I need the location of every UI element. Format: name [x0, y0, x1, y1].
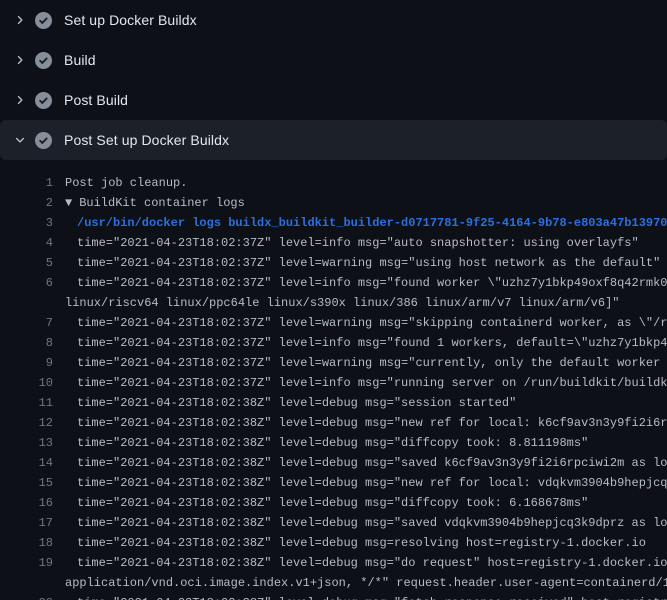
line-number[interactable]: 14 [0, 453, 53, 473]
log-text: time="2021-04-23T18:02:38Z" level=debug … [77, 473, 667, 493]
line-number[interactable]: 5 [0, 253, 53, 273]
step-label: Post Build [64, 92, 128, 108]
line-number[interactable]: 11 [0, 393, 53, 413]
success-check-icon [35, 12, 52, 29]
line-number [0, 293, 53, 313]
log-line: 18 time="2021-04-23T18:02:38Z" level=debu… [0, 533, 667, 553]
line-number[interactable]: 10 [0, 373, 53, 393]
line-number[interactable]: 2 [0, 193, 53, 213]
step-header-post-set-up-docker-buildx[interactable]: Post Set up Docker Buildx [0, 120, 667, 160]
log-line: 14 time="2021-04-23T18:02:38Z" level=debu… [0, 453, 667, 473]
log-text: time="2021-04-23T18:02:38Z" level=debug … [77, 413, 667, 433]
line-number [0, 573, 53, 593]
log-line: 9 time="2021-04-23T18:02:37Z" level=warni… [0, 353, 667, 373]
line-number[interactable]: 6 [0, 273, 53, 293]
log-text: time="2021-04-23T18:02:37Z" level=warnin… [77, 313, 667, 333]
log-text: application/vnd.oci.image.index.v1+json,… [65, 573, 667, 593]
log-line: 17 time="2021-04-23T18:02:38Z" level=debu… [0, 513, 667, 533]
log-text: time="2021-04-23T18:02:38Z" level=debug … [77, 513, 667, 533]
log-line-continuation: linux/riscv64 linux/ppc64le linux/s390x … [0, 293, 667, 313]
log-line: 7 time="2021-04-23T18:02:37Z" level=warni… [0, 313, 667, 333]
line-number[interactable]: 8 [0, 333, 53, 353]
log-text: linux/riscv64 linux/ppc64le linux/s390x … [65, 293, 620, 313]
line-number[interactable]: 20 [0, 593, 53, 600]
step-header-set-up-docker-buildx[interactable]: Set up Docker Buildx [0, 0, 667, 40]
log-text: time="2021-04-23T18:02:38Z" level=debug … [77, 393, 516, 413]
log-text: time="2021-04-23T18:02:38Z" level=debug … [77, 493, 588, 513]
log-lines: 1 Post job cleanup. 2 ▼ BuildKit container l… [0, 160, 667, 600]
success-check-icon [35, 52, 52, 69]
line-number[interactable]: 9 [0, 353, 53, 373]
chevron-right-icon[interactable] [12, 12, 28, 28]
log-text: time="2021-04-23T18:02:37Z" level=warnin… [77, 353, 667, 373]
log-line: 2 ▼ BuildKit container logs [0, 193, 667, 213]
log-line: 3/usr/bin/docker logs buildx_buildkit_bu… [0, 213, 667, 233]
line-number[interactable]: 19 [0, 553, 53, 573]
log-line: 11 time="2021-04-23T18:02:38Z" level=debu… [0, 393, 667, 413]
log-text: Post job cleanup. [65, 173, 187, 193]
log-line: 8 time="2021-04-23T18:02:37Z" level=info … [0, 333, 667, 353]
actions-log-viewer: Set up Docker Buildx Build Post Build Post … [0, 0, 667, 600]
line-number[interactable]: 7 [0, 313, 53, 333]
log-text: time="2021-04-23T18:02:37Z" level=info m… [77, 373, 667, 393]
log-text: time="2021-04-23T18:02:37Z" level=warnin… [77, 253, 660, 273]
line-number[interactable]: 15 [0, 473, 53, 493]
line-number[interactable]: 18 [0, 533, 53, 553]
log-text: time="2021-04-23T18:02:38Z" level=debug … [77, 453, 667, 473]
chevron-right-icon[interactable] [12, 52, 28, 68]
log-text: time="2021-04-23T18:02:38Z" level=debug … [77, 593, 667, 600]
line-number[interactable]: 4 [0, 233, 53, 253]
command-text: /usr/bin/docker logs buildx_buildkit_bui… [77, 213, 667, 233]
step-header-build[interactable]: Build [0, 40, 667, 80]
log-text: time="2021-04-23T18:02:38Z" level=debug … [77, 553, 667, 573]
log-line: 6 time="2021-04-23T18:02:37Z" level=info … [0, 273, 667, 293]
step-label: Set up Docker Buildx [64, 12, 197, 28]
step-label: Post Set up Docker Buildx [64, 132, 229, 148]
line-number[interactable]: 3 [0, 213, 53, 233]
line-number[interactable]: 12 [0, 413, 53, 433]
log-text: time="2021-04-23T18:02:38Z" level=debug … [77, 533, 646, 553]
log-line: 19 time="2021-04-23T18:02:38Z" level=debu… [0, 553, 667, 573]
step-list: Set up Docker Buildx Build Post Build Post … [0, 0, 667, 160]
chevron-right-icon[interactable] [12, 92, 28, 108]
log-line: 1 Post job cleanup. [0, 173, 667, 193]
log-line: 4 time="2021-04-23T18:02:37Z" level=info … [0, 233, 667, 253]
line-number[interactable]: 17 [0, 513, 53, 533]
line-number[interactable]: 1 [0, 173, 53, 193]
log-line: 15 time="2021-04-23T18:02:38Z" level=debu… [0, 473, 667, 493]
log-text: time="2021-04-23T18:02:37Z" level=info m… [77, 333, 667, 353]
log-line: 10 time="2021-04-23T18:02:37Z" level=info… [0, 373, 667, 393]
step-label: Build [64, 52, 96, 68]
success-check-icon [35, 92, 52, 109]
log-line: 12 time="2021-04-23T18:02:38Z" level=debu… [0, 413, 667, 433]
line-number[interactable]: 13 [0, 433, 53, 453]
group-expand-triangle-icon[interactable]: ▼ [65, 193, 72, 213]
log-line: 5 time="2021-04-23T18:02:37Z" level=warni… [0, 253, 667, 273]
log-text: BuildKit container logs [79, 193, 245, 213]
line-number[interactable]: 16 [0, 493, 53, 513]
chevron-down-icon[interactable] [12, 132, 28, 148]
log-line: 16 time="2021-04-23T18:02:38Z" level=debu… [0, 493, 667, 513]
log-text: time="2021-04-23T18:02:37Z" level=info m… [77, 233, 639, 253]
log-line-continuation: application/vnd.oci.image.index.v1+json,… [0, 573, 667, 593]
step-header-post-build[interactable]: Post Build [0, 80, 667, 120]
log-text: time="2021-04-23T18:02:38Z" level=debug … [77, 433, 588, 453]
success-check-icon [35, 132, 52, 149]
log-line: 20 time="2021-04-23T18:02:38Z" level=debu… [0, 593, 667, 600]
log-text: time="2021-04-23T18:02:37Z" level=info m… [77, 273, 667, 293]
log-line: 13 time="2021-04-23T18:02:38Z" level=debu… [0, 433, 667, 453]
